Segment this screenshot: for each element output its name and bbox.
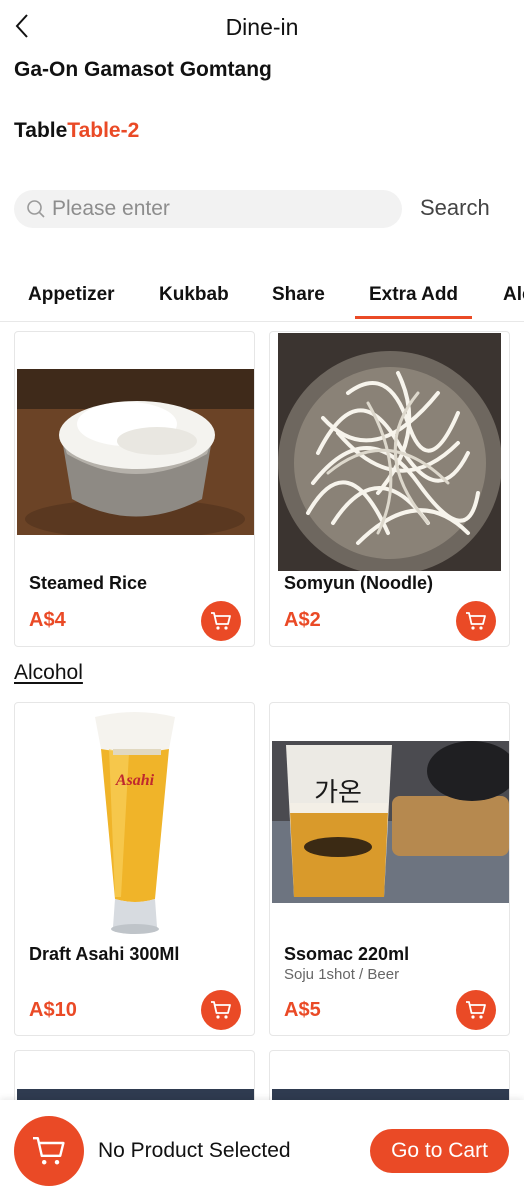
table-label: Table <box>14 119 68 142</box>
product-name: Somyun (Noodle) <box>284 573 433 593</box>
cart-button[interactable] <box>14 1116 84 1186</box>
add-to-cart-button[interactable] <box>201 990 241 1030</box>
section-title-alcohol: Alcohol <box>14 661 83 684</box>
product-card[interactable]: Steamed Rice A$4 <box>14 331 255 647</box>
search-box <box>14 190 402 228</box>
shopping-cart-icon <box>466 612 486 630</box>
product-card[interactable]: 가온 Ssomac 220ml Soju 1shot / Beer A$5 <box>269 702 510 1036</box>
restaurant-name: Ga-On Gamasot Gomtang <box>14 58 272 81</box>
shopping-cart-icon <box>211 1001 231 1019</box>
product-price: A$2 <box>284 609 321 631</box>
top-bar: Dine-in <box>0 0 524 52</box>
product-name: Draft Asahi 300Ml <box>29 944 180 964</box>
svg-text:Asahi: Asahi <box>115 772 155 789</box>
product-price: A$4 <box>29 609 66 631</box>
add-to-cart-button[interactable] <box>201 601 241 641</box>
add-to-cart-button[interactable] <box>456 990 496 1030</box>
tab-alcohol[interactable]: Alcohol <box>503 284 524 306</box>
shopping-cart-icon <box>211 612 231 630</box>
shopping-cart-icon <box>33 1137 65 1165</box>
go-to-cart-button[interactable]: Go to Cart <box>370 1129 509 1173</box>
asahi-beer-photo: Asahi <box>17 709 254 939</box>
product-subtitle: Soju 1shot / Beer <box>284 966 400 983</box>
product-name: Ssomac 220ml <box>284 944 410 964</box>
page-title: Dine-in <box>225 14 299 40</box>
search-input[interactable] <box>52 197 382 221</box>
noodle-photo <box>278 333 501 571</box>
search-button[interactable]: Search <box>420 195 490 221</box>
bottom-cart-bar: No Product Selected Go to Cart <box>0 1100 524 1200</box>
tab-kukbab[interactable]: Kukbab <box>159 284 229 306</box>
table-number: Table-2 <box>67 119 140 142</box>
product-price: A$10 <box>29 999 77 1021</box>
shopping-cart-icon <box>466 1001 486 1019</box>
cart-status: No Product Selected <box>98 1139 291 1162</box>
steamed-rice-photo <box>17 369 254 535</box>
tab-share[interactable]: Share <box>272 284 325 306</box>
product-card[interactable]: Asahi Draft Asahi 300Ml A$10 <box>14 702 255 1036</box>
glass-text: 가온 <box>314 778 362 808</box>
product-price: A$5 <box>284 999 321 1021</box>
product-name: Steamed Rice <box>29 573 148 593</box>
ssomac-photo: 가온 <box>272 741 509 903</box>
search-icon <box>27 200 45 218</box>
add-to-cart-button[interactable] <box>456 601 496 641</box>
tab-extra-add[interactable]: Extra Add <box>354 284 473 319</box>
tab-appetizer[interactable]: Appetizer <box>28 284 115 306</box>
category-tabs: Appetizer Kukbab Share Extra Add Alcohol <box>0 272 524 322</box>
product-card[interactable]: Somyun (Noodle) A$2 <box>269 331 510 647</box>
table-info: TableTable-2 <box>14 119 139 143</box>
